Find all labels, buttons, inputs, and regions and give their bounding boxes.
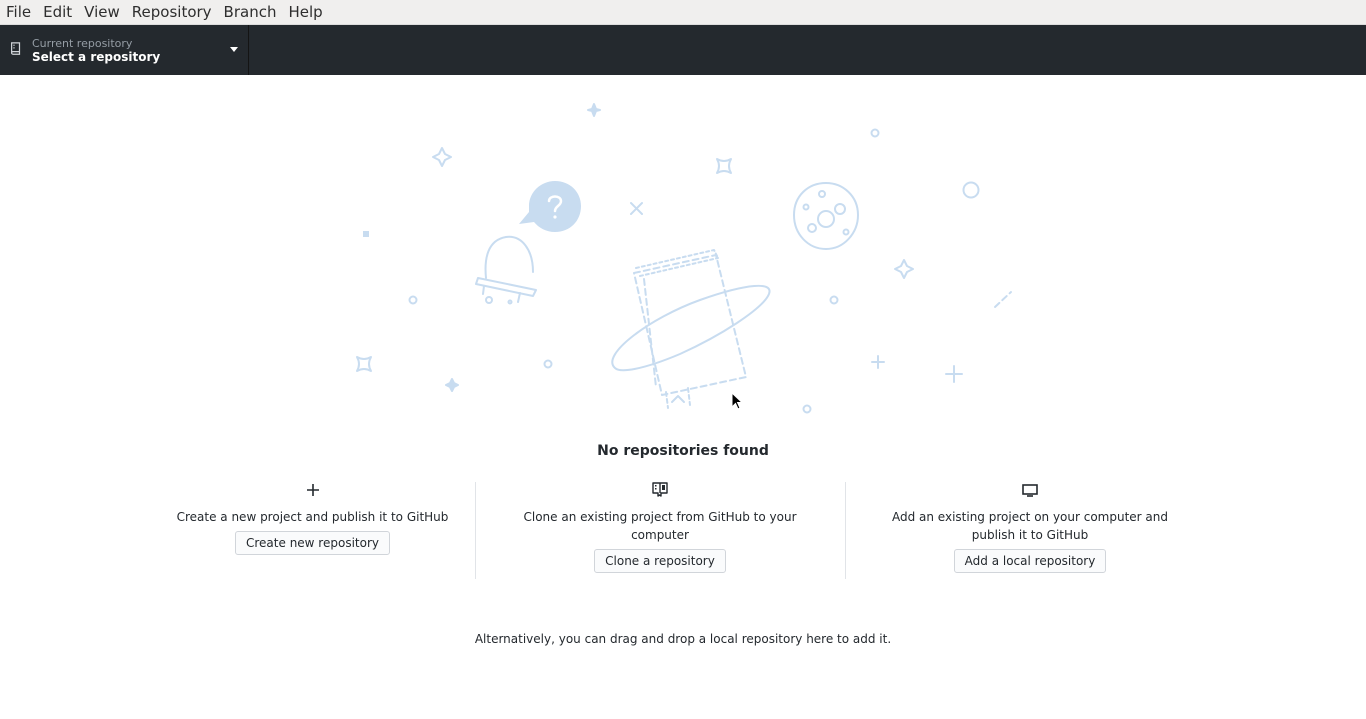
repo-icon — [11, 42, 21, 55]
drag-drop-hint: Alternatively, you can drag and drop a l… — [474, 632, 892, 646]
create-repository-option: Create a new project and publish it to G… — [165, 482, 460, 555]
no-repositories-illustration — [356, 103, 1012, 414]
mouse-cursor-icon — [731, 392, 743, 410]
option-divider — [845, 482, 846, 579]
add-local-repository-description: Add an existing project on your computer… — [891, 510, 1169, 542]
menu-help[interactable]: Help — [282, 0, 328, 25]
menu-view[interactable]: View — [78, 0, 126, 25]
add-local-repository-option: Add an existing project on your computer… — [880, 482, 1180, 573]
menu-bar: File Edit View Repository Branch Help — [0, 0, 1366, 25]
clone-repository-option: Clone an existing project from GitHub to… — [510, 482, 810, 573]
repo-clone-icon — [652, 482, 668, 497]
menu-file[interactable]: File — [0, 0, 37, 25]
current-repository-caption: Current repository — [32, 37, 133, 50]
create-repository-description: Create a new project and publish it to G… — [176, 510, 449, 524]
chevron-down-icon — [230, 47, 238, 52]
empty-state-title: No repositories found — [597, 443, 769, 459]
toolbar: Current repository Select a repository — [0, 25, 1366, 75]
option-divider — [475, 482, 476, 579]
menu-repository[interactable]: Repository — [126, 0, 218, 25]
clone-repository-description: Clone an existing project from GitHub to… — [523, 510, 797, 542]
add-local-repository-button[interactable]: Add a local repository — [953, 549, 1107, 573]
current-repository-dropdown[interactable]: Current repository Select a repository — [0, 25, 249, 75]
plus-icon — [306, 484, 319, 496]
device-desktop-icon — [1022, 484, 1038, 497]
create-new-repository-button[interactable]: Create new repository — [235, 531, 390, 555]
current-repository-value: Select a repository — [32, 50, 161, 64]
menu-edit[interactable]: Edit — [37, 0, 78, 25]
clone-repository-button[interactable]: Clone a repository — [594, 549, 726, 573]
menu-branch[interactable]: Branch — [218, 0, 283, 25]
